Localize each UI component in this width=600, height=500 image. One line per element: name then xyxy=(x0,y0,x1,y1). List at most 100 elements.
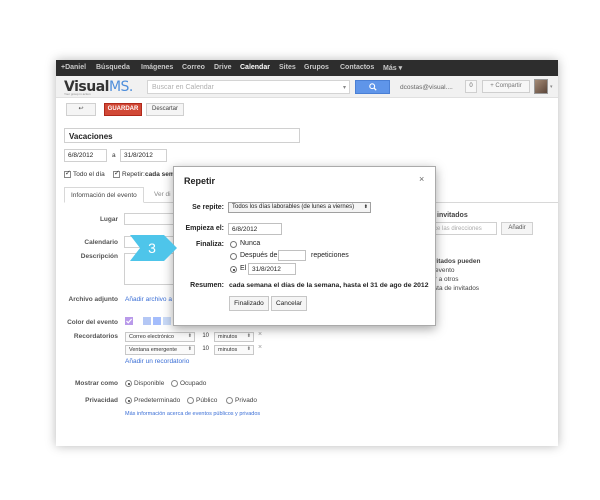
starts-label: Empieza el: xyxy=(185,225,224,232)
updown-icon: ⬍ xyxy=(246,333,251,339)
add-attachment-link[interactable]: Añadir archivo a xyxy=(125,296,172,303)
account-email[interactable]: dcostas@visual.... xyxy=(400,84,453,91)
public-label: Público xyxy=(196,397,218,404)
guest-permission[interactable]: lista de invitados xyxy=(431,285,479,292)
guests-input[interactable]: ce las direcciones xyxy=(431,222,497,235)
where-input[interactable] xyxy=(124,213,174,225)
share-button[interactable]: + Compartir xyxy=(482,80,530,93)
reminder-type-select[interactable]: Ventana emergente ⬍ xyxy=(125,345,195,355)
search-button[interactable] xyxy=(355,80,390,94)
reminder-unit-select[interactable]: minutos ⬍ xyxy=(214,332,254,342)
description-label: Descripción xyxy=(80,253,118,260)
gbar-item-more[interactable]: Más ▾ xyxy=(383,64,402,72)
color-swatch[interactable] xyxy=(143,317,151,325)
close-icon[interactable]: × xyxy=(419,174,424,184)
repeat-summary[interactable]: cada sem xyxy=(145,171,175,178)
guests-can-title: ivitados pueden xyxy=(431,258,481,265)
summary-text: cada semana el días de la semana, hasta … xyxy=(229,282,429,289)
ends-after-label: Después de xyxy=(240,252,278,259)
step-marker: 3 xyxy=(130,235,177,261)
color-label: Color del evento xyxy=(67,319,118,326)
add-guest-button[interactable]: Añadir xyxy=(501,222,533,235)
repeats-label: Se repite: xyxy=(192,204,224,211)
reminders-label: Recordatorios xyxy=(73,333,118,340)
end-date-input[interactable]: 31/8/2012 xyxy=(120,149,167,162)
updown-icon: ⬍ xyxy=(187,333,192,339)
busy-label: Ocupado xyxy=(180,380,207,387)
private-label: Privado xyxy=(235,397,258,404)
chevron-down-icon[interactable]: ▾ xyxy=(550,84,553,90)
guests-title: invitados xyxy=(437,212,468,219)
occurrences-input[interactable] xyxy=(278,250,306,261)
ends-never-label: Nunca xyxy=(240,240,261,247)
date-to-label: a xyxy=(112,152,116,159)
dialog-title: Repetir xyxy=(184,176,216,186)
color-swatch-selected[interactable] xyxy=(125,317,133,325)
repeats-select[interactable]: Todos los días laborables (de lunes a vi… xyxy=(228,202,371,213)
tab-event-info[interactable]: Información del evento xyxy=(64,187,144,203)
show-as-label: Mostrar como xyxy=(75,380,118,387)
save-button[interactable]: GUARDAR xyxy=(104,103,142,116)
gbar-item-calendar[interactable]: Calendar xyxy=(240,64,270,71)
repeat-dialog: Repetir × Se repite: Todos los días labo… xyxy=(173,166,436,326)
all-day-label: Todo el día xyxy=(73,171,105,178)
done-button[interactable]: Finalizado xyxy=(229,296,269,311)
reminder-type-select[interactable]: Correo electrónico ⬍ xyxy=(125,332,195,342)
reminder-value[interactable]: 10 xyxy=(197,346,209,356)
logo-accent: MS. xyxy=(108,79,133,95)
color-swatch[interactable] xyxy=(163,317,171,325)
check-icon xyxy=(126,318,133,324)
ends-after-radio[interactable] xyxy=(230,253,237,260)
gbar-item-images[interactable]: Imágenes xyxy=(141,64,173,71)
reminder-value[interactable]: 10 xyxy=(197,333,209,343)
search-input[interactable]: Buscar en Calendar ▾ xyxy=(147,80,350,94)
gbar-item-search[interactable]: Búsqueda xyxy=(96,64,130,71)
avatar[interactable] xyxy=(534,79,548,94)
notification-count[interactable]: 0 xyxy=(465,80,477,93)
reminder-unit-select[interactable]: minutos ⬍ xyxy=(214,345,254,355)
ends-label: Finaliza: xyxy=(195,241,224,248)
start-date-input[interactable]: 6/8/2012 xyxy=(64,149,107,162)
ends-never-radio[interactable] xyxy=(230,241,237,248)
logo[interactable]: VisualMS. Your group in action xyxy=(64,79,133,96)
repeat-checkbox[interactable] xyxy=(113,169,120,178)
event-title-input[interactable]: Vacaciones xyxy=(64,128,300,143)
ends-on-label: El xyxy=(240,265,247,272)
available-label: Disponible xyxy=(134,380,165,387)
busy-radio[interactable] xyxy=(171,380,178,387)
gbar-item-mail[interactable]: Correo xyxy=(182,64,205,71)
available-radio[interactable] xyxy=(125,380,132,387)
gbar-item-contacts[interactable]: Contactos xyxy=(340,64,374,71)
private-radio[interactable] xyxy=(226,397,233,404)
public-radio[interactable] xyxy=(187,397,194,404)
step-number: 3 xyxy=(148,240,156,256)
updown-icon: ⬍ xyxy=(187,346,192,352)
add-reminder-link[interactable]: Añadir un recordatorio xyxy=(125,358,189,365)
discard-button[interactable]: Descartar xyxy=(146,103,184,116)
chevron-down-icon[interactable]: ▾ xyxy=(343,84,346,91)
gbar-item-daniel[interactable]: +Daniel xyxy=(61,64,86,71)
privacy-info-link[interactable]: Más información acerca de eventos públic… xyxy=(125,411,260,417)
search-icon xyxy=(368,83,377,91)
summary-label: Resumen: xyxy=(190,282,224,289)
default-radio[interactable] xyxy=(125,397,132,404)
logo-tagline: Your group in action xyxy=(64,92,91,96)
updown-icon: ⬍ xyxy=(363,204,368,210)
color-swatch[interactable] xyxy=(153,317,161,325)
gbar-item-drive[interactable]: Drive xyxy=(214,64,232,71)
cancel-button[interactable]: Cancelar xyxy=(271,296,307,311)
updown-icon: ⬍ xyxy=(246,346,251,352)
chevron-down-icon: ▾ xyxy=(398,65,403,72)
remove-reminder-icon[interactable]: × xyxy=(258,331,262,338)
back-button[interactable]: ↩ xyxy=(66,103,96,116)
gbar-item-groups[interactable]: Grupos xyxy=(304,64,329,71)
attachment-label: Archivo adjunto xyxy=(68,296,118,303)
all-day-checkbox[interactable] xyxy=(64,169,71,178)
gbar-item-sites[interactable]: Sites xyxy=(279,64,296,71)
header: VisualMS. Your group in action Buscar en… xyxy=(56,76,558,98)
ends-on-radio[interactable] xyxy=(230,266,237,273)
search-placeholder: Buscar en Calendar xyxy=(152,84,214,91)
remove-reminder-icon[interactable]: × xyxy=(258,344,262,351)
ends-on-date-input[interactable]: 31/8/2012 xyxy=(248,263,296,275)
starts-on-input[interactable]: 6/8/2012 xyxy=(228,223,282,235)
